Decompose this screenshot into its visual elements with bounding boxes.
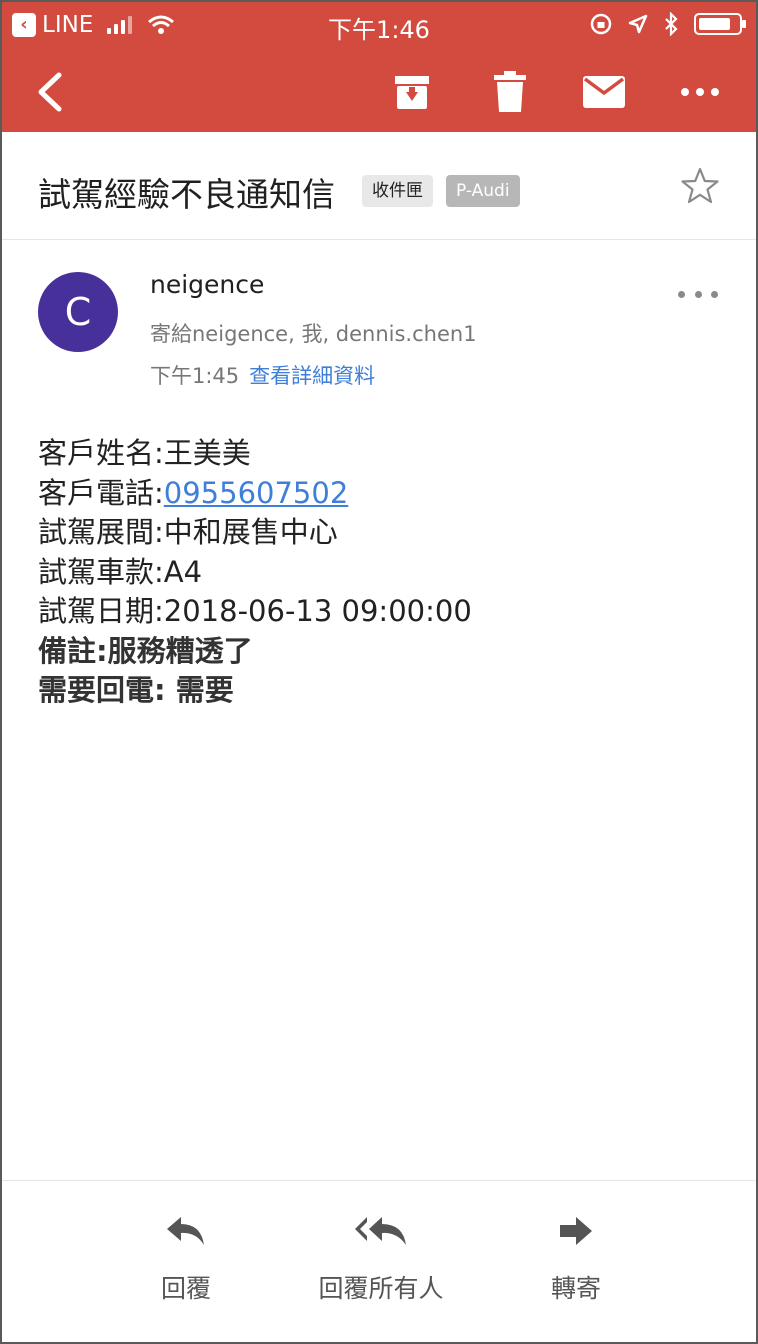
view-details-link[interactable]: 查看詳細資料	[249, 364, 375, 388]
body-line-date: 試駕日期:2018-06-13 09:00:00	[38, 594, 472, 628]
phone-prefix: 客戶電話:	[38, 475, 164, 510]
archive-icon	[395, 76, 429, 109]
toolbar	[2, 52, 756, 132]
mail-icon	[583, 76, 625, 108]
forward-label: 轉寄	[550, 1274, 601, 1303]
email-body: 客戶姓名:王美美 客戶電話:0955607502 試駕展間:中和展售中心 試駕車…	[38, 434, 472, 711]
status-bar: ‹ LINE 下午1:46	[2, 2, 756, 48]
forward-button[interactable]: 轉寄	[540, 1215, 612, 1305]
reply-all-label: 回覆所有人	[318, 1274, 444, 1303]
back-button[interactable]	[24, 66, 76, 118]
location-icon	[628, 14, 648, 34]
delete-button[interactable]	[484, 66, 536, 118]
more-icon	[681, 88, 719, 96]
orientation-lock-icon	[590, 13, 612, 35]
body-line-customer-name: 客戶姓名:王美美	[38, 436, 251, 470]
reply-label: 回覆	[160, 1274, 211, 1303]
reply-all-icon	[355, 1217, 406, 1245]
body-line-model: 試駕車款:A4	[38, 554, 203, 589]
body-line-showroom: 試駕展間:中和展售中心	[38, 515, 338, 549]
bluetooth-icon	[665, 12, 678, 36]
app-header: ‹ LINE 下午1:46	[2, 2, 756, 132]
phone-link[interactable]: 0955607502	[164, 476, 349, 510]
email-subject: 試駕經驗不良通知信	[38, 175, 335, 214]
email-meta: 下午1:45 查看詳細資料	[150, 360, 375, 390]
sender-avatar[interactable]: C	[38, 272, 118, 352]
subject-row: 試駕經驗不良通知信 收件匣 P-Audi	[2, 134, 756, 240]
mark-unread-button[interactable]	[578, 66, 630, 118]
body-line-customer-phone: 客戶電話:0955607502	[38, 474, 472, 514]
back-arrow-icon	[38, 72, 62, 112]
reply-all-button[interactable]: 回覆所有人	[306, 1215, 456, 1305]
body-line-remarks: 備註:服務糟透了	[38, 633, 253, 668]
email-time: 下午1:45	[150, 364, 240, 388]
forward-arrow-icon	[560, 1217, 592, 1245]
more-options-button[interactable]	[674, 66, 726, 118]
bottom-actions: 回覆 回覆所有人 轉寄	[2, 1180, 756, 1342]
label-inbox[interactable]: 收件匣	[362, 175, 433, 207]
recipients-line[interactable]: 寄給neigence, 我, dennis.chen1	[150, 318, 477, 348]
sender-name: neigence	[150, 270, 265, 299]
body-line-callback: 需要回電: 需要	[38, 673, 234, 707]
message-more-icon[interactable]	[678, 284, 718, 304]
reply-icon	[167, 1217, 204, 1245]
archive-button[interactable]	[386, 66, 438, 118]
battery-icon	[694, 13, 746, 35]
reply-button[interactable]: 回覆	[150, 1215, 222, 1305]
screen: ‹ LINE 下午1:46 試駕經驗不良通知信 收件匣 P-Audi C nei…	[0, 0, 758, 1344]
label-p-audi[interactable]: P-Audi	[446, 175, 520, 207]
star-icon[interactable]	[680, 166, 720, 206]
trash-icon	[494, 71, 526, 112]
